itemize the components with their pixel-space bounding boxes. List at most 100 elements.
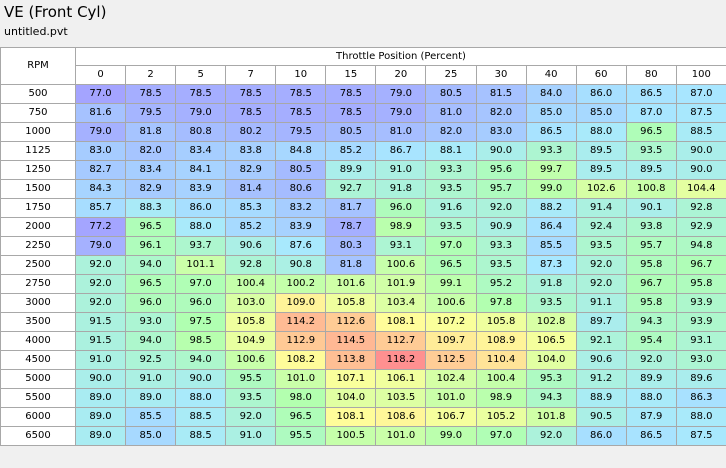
ve-cell[interactable]: 92.4 — [575, 217, 627, 237]
ve-cell[interactable]: 100.2 — [275, 274, 327, 294]
ve-cell[interactable]: 112.9 — [275, 331, 327, 351]
ve-cell[interactable]: 86.0 — [575, 84, 627, 104]
ve-cell[interactable]: 91.5 — [74, 312, 127, 332]
ve-cell[interactable]: 86.5 — [525, 122, 577, 142]
ve-cell[interactable]: 93.5 — [425, 217, 477, 237]
ve-cell[interactable]: 83.4 — [125, 160, 177, 180]
ve-cell[interactable]: 112.5 — [425, 350, 477, 370]
ve-cell[interactable]: 85.3 — [225, 198, 277, 218]
ve-cell[interactable]: 81.4 — [225, 179, 277, 199]
ve-cell[interactable]: 79.5 — [125, 103, 177, 123]
ve-cell[interactable]: 84.0 — [525, 84, 577, 104]
ve-cell[interactable]: 99.0 — [425, 426, 477, 446]
ve-cell[interactable]: 95.5 — [275, 426, 327, 446]
ve-cell[interactable]: 85.0 — [575, 103, 627, 123]
ve-cell[interactable]: 100.8 — [625, 179, 677, 199]
ve-cell[interactable]: 79.5 — [275, 122, 327, 142]
ve-cell[interactable]: 94.0 — [125, 255, 177, 275]
ve-cell[interactable]: 92.0 — [475, 198, 527, 218]
ve-cell[interactable]: 91.8 — [375, 179, 427, 199]
ve-cell[interactable]: 81.0 — [375, 122, 427, 142]
ve-cell[interactable]: 81.0 — [425, 103, 477, 123]
ve-cell[interactable]: 81.7 — [325, 198, 377, 218]
ve-cell[interactable]: 89.0 — [74, 407, 127, 427]
ve-cell[interactable]: 101.0 — [275, 369, 327, 389]
ve-cell[interactable]: 92.0 — [74, 274, 127, 294]
ve-cell[interactable]: 81.8 — [125, 122, 177, 142]
ve-cell[interactable]: 80.8 — [175, 122, 227, 142]
ve-cell[interactable]: 114.2 — [275, 312, 327, 332]
ve-cell[interactable]: 90.9 — [475, 217, 527, 237]
ve-cell[interactable]: 94.0 — [125, 331, 177, 351]
ve-cell[interactable]: 96.0 — [175, 293, 227, 313]
ve-cell[interactable]: 91.0 — [74, 350, 127, 370]
ve-cell[interactable]: 88.0 — [175, 217, 227, 237]
ve-cell[interactable]: 78.7 — [325, 217, 377, 237]
ve-cell[interactable]: 96.5 — [425, 255, 477, 275]
ve-cell[interactable]: 93.3 — [425, 160, 477, 180]
ve-cell[interactable]: 91.0 — [225, 426, 277, 446]
ve-cell[interactable]: 79.0 — [175, 103, 227, 123]
ve-cell[interactable]: 87.9 — [625, 407, 677, 427]
ve-cell[interactable]: 86.0 — [175, 198, 227, 218]
ve-cell[interactable]: 101.0 — [375, 426, 427, 446]
ve-cell[interactable]: 99.1 — [425, 274, 477, 294]
ve-cell[interactable]: 104.4 — [675, 179, 726, 199]
ve-cell[interactable]: 88.0 — [575, 122, 627, 142]
ve-cell[interactable]: 104.9 — [225, 331, 277, 351]
ve-cell[interactable]: 92.0 — [525, 426, 577, 446]
ve-cell[interactable]: 78.5 — [175, 84, 227, 104]
ve-cell[interactable]: 90.0 — [175, 369, 227, 389]
ve-cell[interactable]: 112.6 — [325, 312, 377, 332]
ve-cell[interactable]: 88.2 — [525, 198, 577, 218]
ve-cell[interactable]: 91.1 — [575, 293, 627, 313]
ve-cell[interactable]: 106.7 — [425, 407, 477, 427]
ve-cell[interactable]: 80.5 — [425, 84, 477, 104]
ve-cell[interactable]: 97.8 — [475, 293, 527, 313]
ve-cell[interactable]: 93.9 — [675, 312, 726, 332]
ve-cell[interactable]: 95.2 — [475, 274, 527, 294]
ve-cell[interactable]: 98.0 — [275, 388, 327, 408]
ve-cell[interactable]: 80.5 — [275, 160, 327, 180]
ve-cell[interactable]: 83.9 — [175, 179, 227, 199]
ve-cell[interactable]: 88.0 — [625, 388, 677, 408]
ve-cell[interactable]: 81.8 — [325, 255, 377, 275]
ve-cell[interactable]: 87.0 — [675, 84, 726, 104]
ve-cell[interactable]: 92.0 — [74, 293, 127, 313]
ve-cell[interactable]: 101.0 — [425, 388, 477, 408]
ve-cell[interactable]: 85.7 — [74, 198, 127, 218]
ve-cell[interactable]: 105.8 — [475, 312, 527, 332]
ve-cell[interactable]: 88.0 — [675, 407, 726, 427]
ve-cell[interactable]: 97.0 — [175, 274, 227, 294]
ve-cell[interactable]: 79.0 — [375, 84, 427, 104]
ve-cell[interactable]: 92.8 — [675, 198, 726, 218]
ve-cell[interactable]: 88.5 — [175, 426, 227, 446]
ve-cell[interactable]: 118.2 — [375, 350, 427, 370]
ve-cell[interactable]: 102.6 — [575, 179, 627, 199]
ve-cell[interactable]: 89.9 — [325, 160, 377, 180]
ve-cell[interactable]: 90.6 — [225, 236, 277, 256]
ve-cell[interactable]: 104.0 — [525, 350, 577, 370]
ve-cell[interactable]: 99.7 — [525, 160, 577, 180]
ve-cell[interactable]: 88.9 — [575, 388, 627, 408]
ve-cell[interactable]: 87.5 — [675, 103, 726, 123]
ve-cell[interactable]: 109.0 — [275, 293, 327, 313]
ve-cell[interactable]: 92.0 — [74, 255, 127, 275]
ve-cell[interactable]: 93.1 — [675, 331, 726, 351]
ve-cell[interactable]: 87.0 — [625, 103, 677, 123]
ve-cell[interactable]: 78.5 — [225, 84, 277, 104]
ve-cell[interactable]: 78.5 — [275, 103, 327, 123]
ve-cell[interactable]: 101.8 — [525, 407, 577, 427]
ve-cell[interactable]: 85.2 — [225, 217, 277, 237]
ve-cell[interactable]: 94.0 — [175, 350, 227, 370]
ve-cell[interactable]: 84.1 — [175, 160, 227, 180]
ve-cell[interactable]: 78.5 — [325, 84, 377, 104]
ve-cell[interactable]: 91.4 — [575, 198, 627, 218]
ve-cell[interactable]: 92.9 — [675, 217, 726, 237]
ve-cell[interactable]: 110.4 — [475, 350, 527, 370]
ve-cell[interactable]: 93.1 — [375, 236, 427, 256]
ve-cell[interactable]: 85.0 — [125, 426, 177, 446]
ve-cell[interactable]: 93.0 — [675, 350, 726, 370]
ve-cell[interactable]: 95.6 — [475, 160, 527, 180]
ve-cell[interactable]: 92.7 — [325, 179, 377, 199]
